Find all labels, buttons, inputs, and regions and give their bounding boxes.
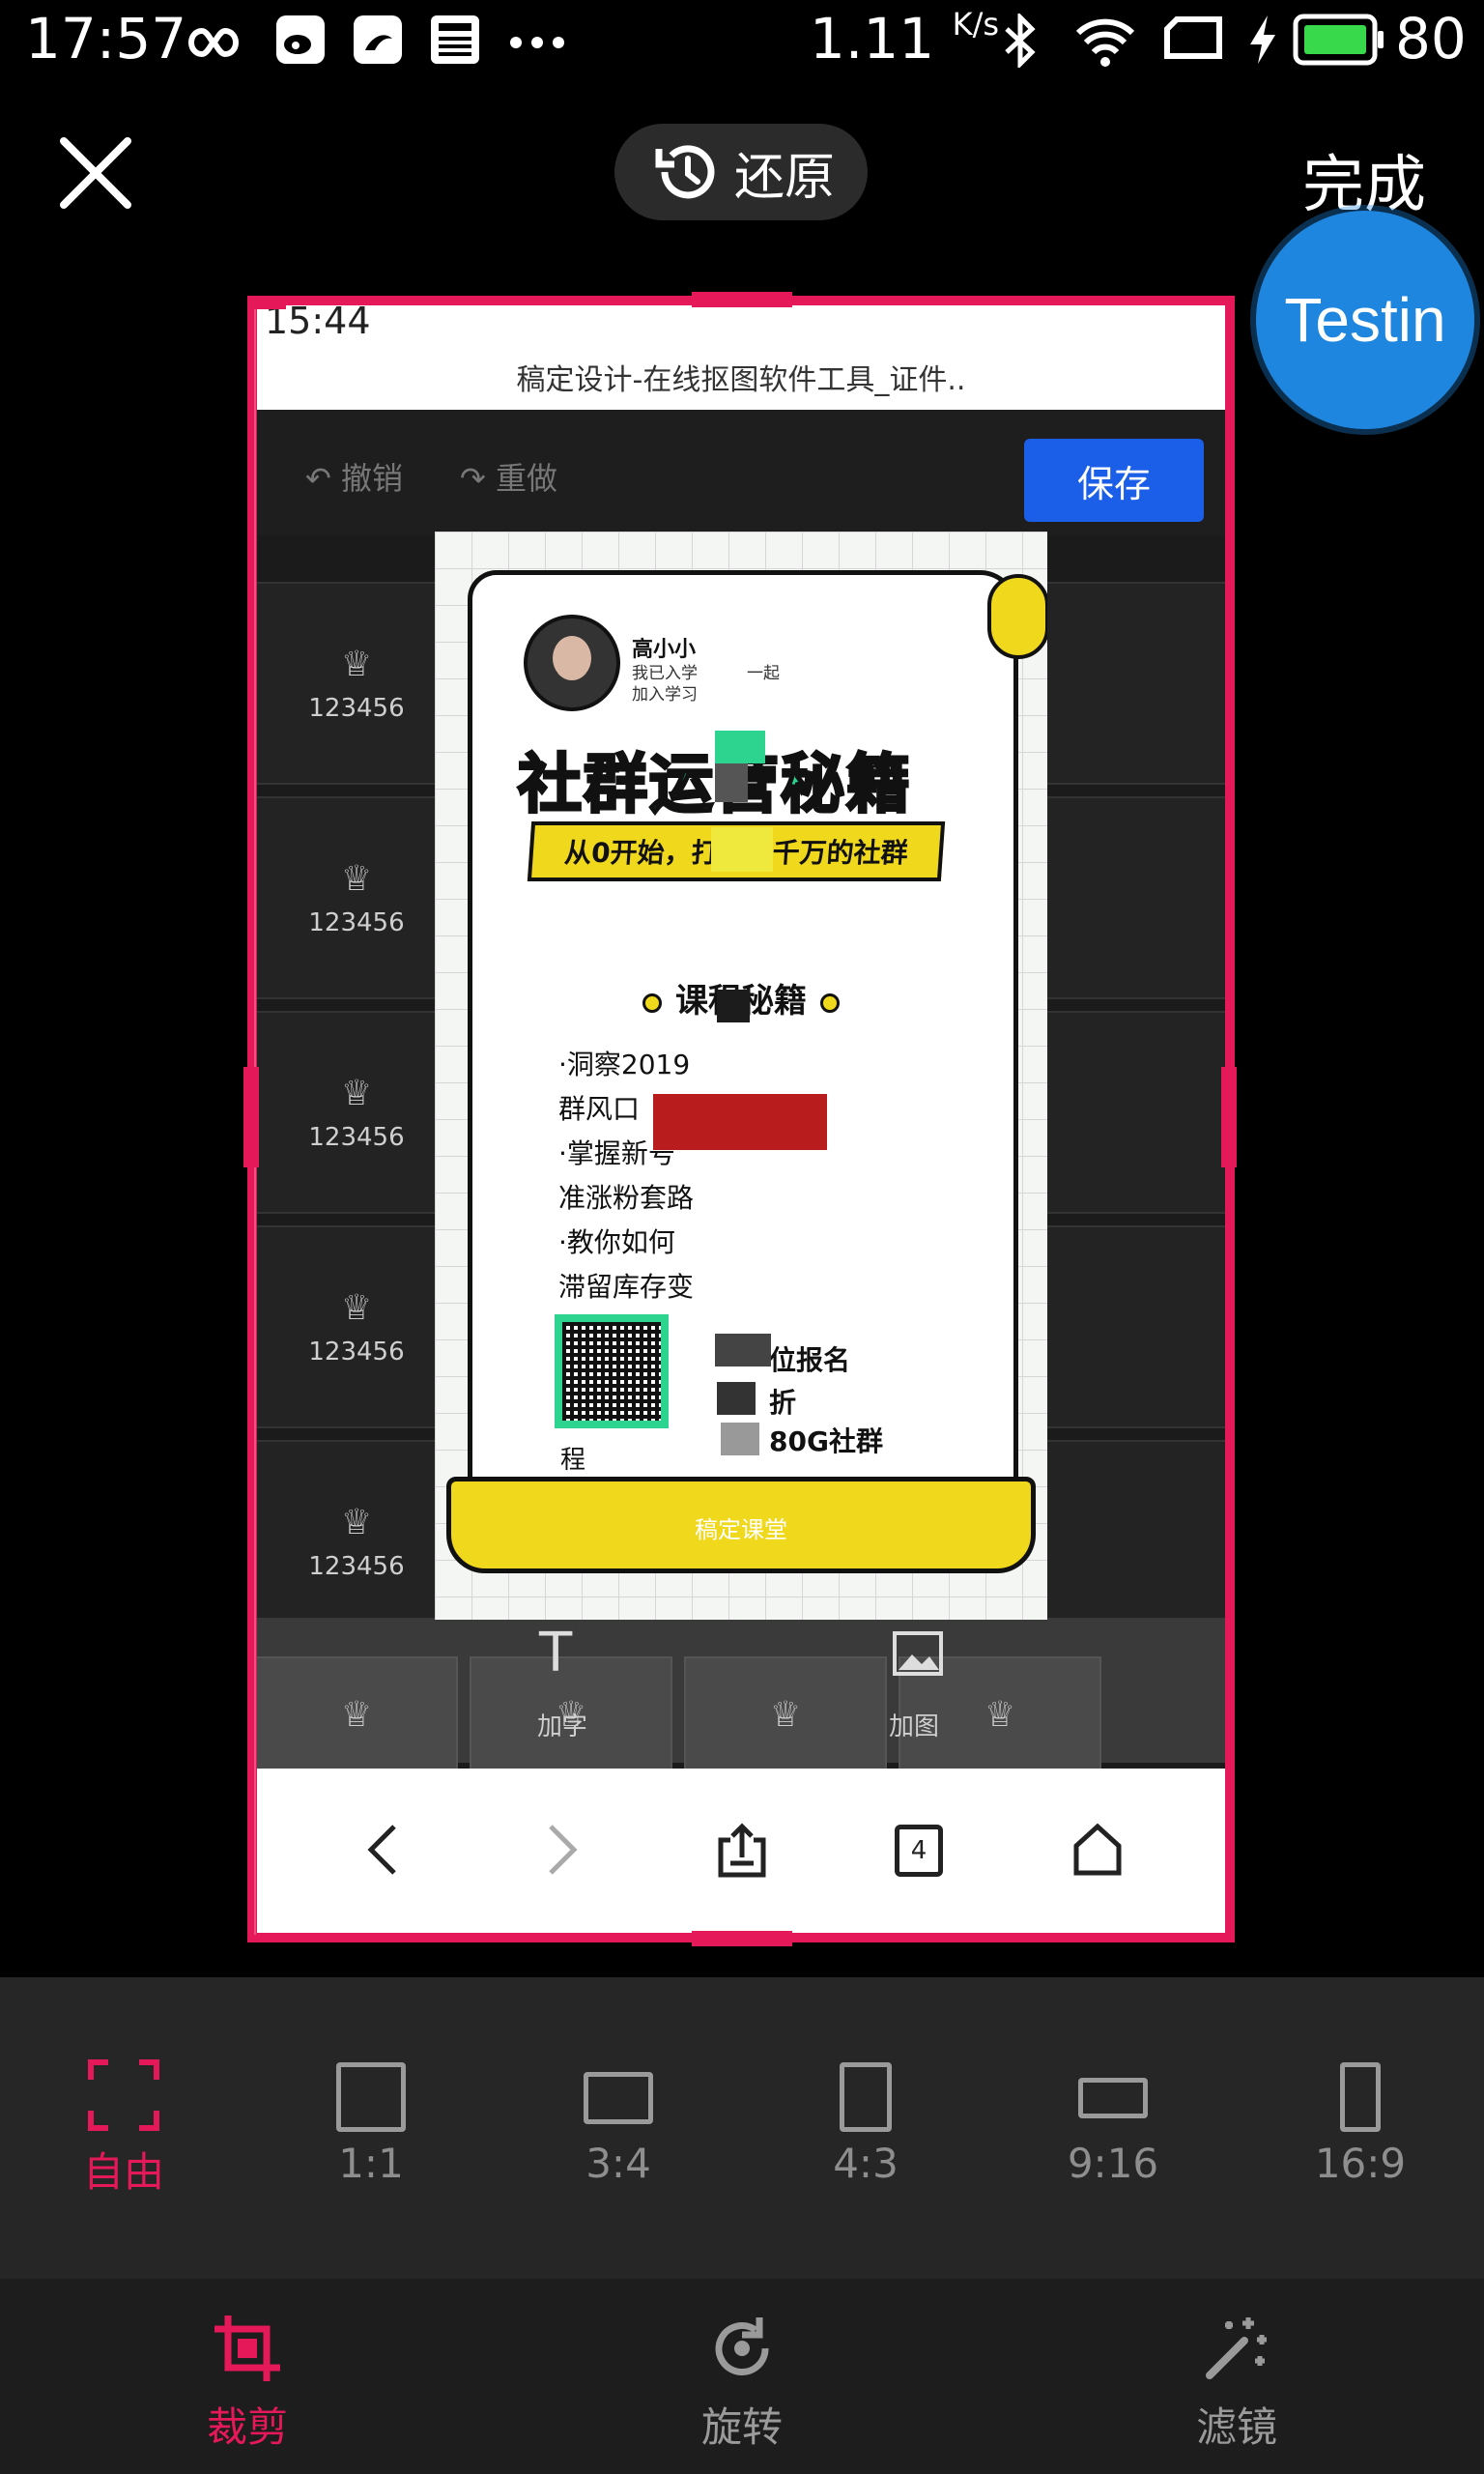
ratio-16-9-label: 16:9 (1314, 2140, 1407, 2187)
ratio-3-4[interactable]: 3:4 (495, 1977, 742, 2279)
tab-crop[interactable]: 裁剪 (0, 2279, 495, 2474)
rotate-icon (715, 2317, 769, 2375)
bottom-tab-bar: 裁剪 旋转 滤镜 (0, 2279, 1484, 2474)
ratio-9-16-icon (1078, 2078, 1148, 2118)
crop-handle-bottom[interactable] (692, 1931, 792, 1946)
battery-icon (1293, 14, 1384, 66)
history-icon (655, 145, 715, 199)
ratio-free-label: 自由 (82, 2148, 164, 2196)
aspect-ratio-bar: 自由 1:1 3:4 4:3 9:16 16:9 (0, 1977, 1484, 2279)
free-crop-icon (88, 2059, 159, 2131)
ratio-4-3-label: 4:3 (833, 2140, 899, 2187)
close-icon (60, 137, 131, 209)
ratio-9-16-label: 9:16 (1067, 2140, 1159, 2187)
charging-icon (1250, 15, 1275, 64)
crop-frame[interactable] (247, 296, 1235, 1942)
status-bar: 17:57 1.11 K/s 80 (0, 0, 1484, 83)
ratio-16-9[interactable]: 16:9 (1237, 1977, 1484, 2279)
weibo-icon (276, 15, 325, 64)
tab-rotate[interactable]: 旋转 (495, 2279, 989, 2474)
magic-wand-icon (1206, 2317, 1267, 2379)
ratio-9-16[interactable]: 9:16 (989, 1977, 1237, 2279)
infinity-icon (187, 27, 240, 58)
tab-rotate-label: 旋转 (700, 2403, 783, 2451)
ratio-3-4-label: 3:4 (585, 2140, 651, 2187)
crop-icon (214, 2316, 280, 2381)
network-speed: 1.11 K/s (810, 6, 1000, 72)
tab-crop-label: 裁剪 (206, 2403, 288, 2451)
crop-handle-right[interactable] (1221, 1067, 1237, 1167)
uc-browser-icon (354, 15, 402, 64)
square-ratio-icon (336, 2062, 406, 2132)
close-button[interactable] (54, 131, 137, 215)
screen-rotate-icon (1164, 16, 1222, 59)
crop-handle-left[interactable] (243, 1067, 259, 1167)
restore-label: 还原 (734, 148, 836, 207)
battery-percent: 80 (1395, 6, 1467, 72)
testin-floating-badge[interactable]: Testin (1256, 211, 1474, 429)
wifi-icon (1075, 18, 1135, 67)
ratio-4-3-icon (840, 2062, 892, 2132)
crop-handle-top-left[interactable] (247, 296, 286, 309)
tab-filter-label: 滤镜 (1195, 2403, 1277, 2451)
ratio-free[interactable]: 自由 (0, 1977, 247, 2279)
status-time: 17:57 (25, 6, 187, 72)
ratio-1-1[interactable]: 1:1 (247, 1977, 495, 2279)
more-dots-icon (510, 37, 564, 48)
ratio-3-4-icon (584, 2072, 653, 2124)
crop-handle-top[interactable] (692, 292, 792, 307)
ratio-1-1-label: 1:1 (338, 2140, 404, 2187)
ratio-4-3[interactable]: 4:3 (742, 1977, 989, 2279)
tab-filter[interactable]: 滤镜 (989, 2279, 1484, 2474)
news-icon (431, 15, 479, 64)
restore-button[interactable]: 还原 (614, 124, 868, 220)
ratio-16-9-icon (1340, 2062, 1381, 2132)
bluetooth-icon (1005, 14, 1036, 68)
